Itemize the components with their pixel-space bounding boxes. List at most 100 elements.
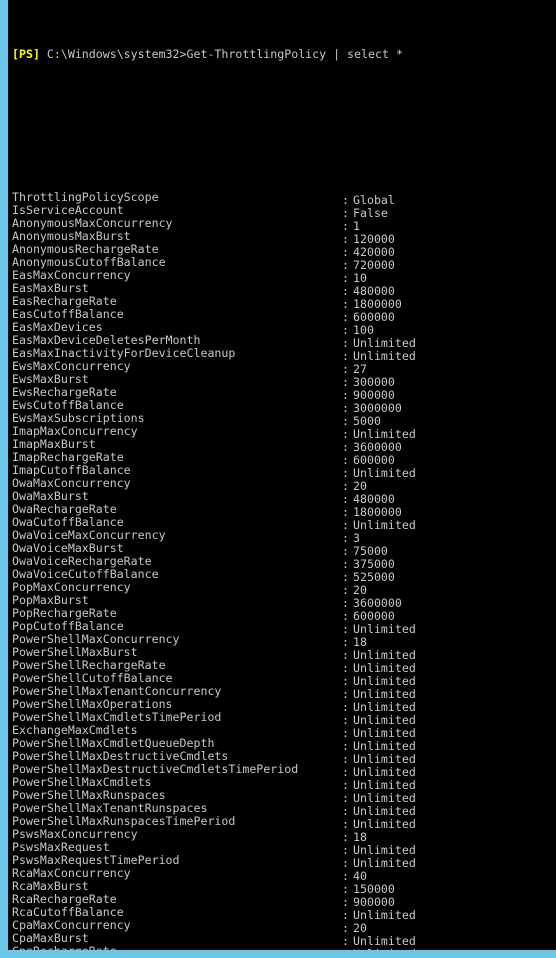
property-name: EasMaxBurst: [12, 282, 89, 295]
property-name: EasMaxInactivityForDeviceCleanup: [12, 347, 236, 360]
property-row: RcaRechargeRate:900000: [12, 893, 556, 909]
property-row: PopMaxBurst:3600000: [12, 594, 556, 610]
property-row: PowerShellRechargeRate: Unlimited: [12, 659, 556, 675]
property-row: ImapRechargeRate:600000: [12, 451, 556, 467]
property-row: OwaMaxConcurrency:20: [12, 477, 556, 493]
property-name: PowerShellMaxBurst: [12, 646, 138, 659]
property-name: PowerShellMaxCmdlets: [12, 776, 152, 789]
property-separator: :: [342, 947, 349, 958]
property-name: RcaRechargeRate: [12, 893, 117, 906]
property-row: OwaVoiceRechargeRate:375000: [12, 555, 556, 571]
property-row: ImapMaxBurst:3600000: [12, 438, 556, 454]
property-value: Unlimited: [353, 518, 416, 532]
property-row: PswsMaxRequest: Unlimited: [12, 841, 556, 857]
prompt-path: C:\Windows\system32>: [39, 47, 187, 61]
property-name: PowerShellMaxTenantRunspaces: [12, 802, 208, 815]
property-row: PowerShellMaxCmdletQueueDepth: Unlimited: [12, 737, 556, 753]
property-name: ImapMaxBurst: [12, 438, 96, 451]
property-row: ExchangeMaxCmdlets: Unlimited: [12, 724, 556, 740]
property-name: PowerShellRechargeRate: [12, 659, 166, 672]
property-name: EwsMaxSubscriptions: [12, 412, 145, 425]
property-row: PswsMaxConcurrency:18: [12, 828, 556, 844]
property-row: PswsMaxRequestTimePeriod: Unlimited: [12, 854, 556, 870]
property-name: EasRechargeRate: [12, 295, 117, 308]
property-row: OwaCutoffBalance: Unlimited: [12, 516, 556, 532]
property-name: CpaMaxBurst: [12, 932, 89, 945]
property-name: AnonymousRechargeRate: [12, 243, 159, 256]
property-name: RcaMaxConcurrency: [12, 867, 131, 880]
property-row: EwsRechargeRate:900000: [12, 386, 556, 402]
property-name: EasMaxDeviceDeletesPerMonth: [12, 334, 201, 347]
property-row: ImapCutoffBalance: Unlimited: [12, 464, 556, 480]
property-row: PowerShellMaxRunspacesTimePeriod: Unlimit…: [12, 815, 556, 831]
property-row: EasMaxBurst:480000: [12, 282, 556, 298]
property-name: EwsRechargeRate: [12, 386, 117, 399]
property-name: PowerShellMaxOperations: [12, 698, 173, 711]
property-name: OwaMaxBurst: [12, 490, 89, 503]
powershell-console-window[interactable]: [PS] C:\Windows\system32>Get-ThrottlingP…: [0, 0, 556, 958]
property-row: PowerShellMaxTenantConcurrency: Unlimited: [12, 685, 556, 701]
property-row: EwsMaxBurst:300000: [12, 373, 556, 389]
property-name: OwaCutoffBalance: [12, 516, 124, 529]
property-name: RcaCutoffBalance: [12, 906, 124, 919]
property-row: PopMaxConcurrency:20: [12, 581, 556, 597]
property-name: PopRechargeRate: [12, 607, 117, 620]
property-name: OwaRechargeRate: [12, 503, 117, 516]
property-row: EasMaxConcurrency:10: [12, 269, 556, 285]
property-row: RcaCutoffBalance: Unlimited: [12, 906, 556, 922]
property-row: PowerShellMaxDestructiveCmdletsTimePerio…: [12, 763, 556, 779]
property-row: PowerShellMaxDestructiveCmdlets: Unlimite…: [12, 750, 556, 766]
console-output-area[interactable]: [PS] C:\Windows\system32>Get-ThrottlingP…: [8, 0, 556, 951]
property-row: ThrottlingPolicyScope: Global: [12, 191, 556, 207]
property-row: EasRechargeRate:1800000: [12, 295, 556, 311]
property-row: IsServiceAccount: False: [12, 204, 556, 220]
property-row: PowerShellMaxOperations: Unlimited: [12, 698, 556, 714]
property-name: ImapMaxConcurrency: [12, 425, 138, 438]
property-name: EwsMaxBurst: [12, 373, 89, 386]
command-prompt-line: [PS] C:\Windows\system32>Get-ThrottlingP…: [12, 48, 556, 61]
property-name: PowerShellMaxDestructiveCmdlets: [12, 750, 229, 763]
property-row: OwaVoiceCutoffBalance:525000: [12, 568, 556, 584]
property-name: EwsCutoffBalance: [12, 399, 124, 412]
property-row: RcaMaxBurst:150000: [12, 880, 556, 896]
property-row: CpaMaxBurst: Unlimited: [12, 932, 556, 948]
property-name: OwaMaxConcurrency: [12, 477, 131, 490]
property-row: PowerShellMaxCmdlets: Unlimited: [12, 776, 556, 792]
property-name: OwaVoiceMaxConcurrency: [12, 529, 166, 542]
property-row: OwaRechargeRate:1800000: [12, 503, 556, 519]
property-row: OwaVoiceMaxBurst:75000: [12, 542, 556, 558]
property-name: PswsMaxRequest: [12, 841, 110, 854]
property-row: AnonymousMaxBurst:120000: [12, 230, 556, 246]
property-row: EwsCutoffBalance:3000000: [12, 399, 556, 415]
property-name: PswsMaxConcurrency: [12, 828, 138, 841]
prompt-command: Get-ThrottlingPolicy | select *: [186, 47, 403, 61]
property-name: PowerShellMaxDestructiveCmdletsTimePerio…: [12, 763, 299, 776]
property-name: PswsMaxRequestTimePeriod: [12, 854, 180, 867]
property-name: ImapCutoffBalance: [12, 464, 131, 477]
property-row: AnonymousRechargeRate:420000: [12, 243, 556, 259]
property-name: PowerShellMaxCmdletsTimePeriod: [12, 711, 222, 724]
property-row: AnonymousCutoffBalance:720000: [12, 256, 556, 272]
property-row: EasMaxDevices:100: [12, 321, 556, 337]
property-name: PopCutoffBalance: [12, 620, 124, 633]
property-row: RcaMaxConcurrency:40: [12, 867, 556, 883]
property-row: CpaRechargeRate: Unlimited: [12, 945, 556, 958]
throttling-policy-property-list: ThrottlingPolicyScope: Global IsServiceAcc…: [12, 191, 556, 958]
property-row: AnonymousMaxConcurrency:1: [12, 217, 556, 233]
property-row: PopRechargeRate:600000: [12, 607, 556, 623]
property-row: EasMaxInactivityForDeviceCleanup: Unlimit…: [12, 347, 556, 363]
property-name: PowerShellMaxRunspaces: [12, 789, 166, 802]
property-name: EasMaxDevices: [12, 321, 103, 334]
property-row: OwaVoiceMaxConcurrency:3: [12, 529, 556, 545]
property-name: PowerShellMaxRunspacesTimePeriod: [12, 815, 236, 828]
property-name: EwsMaxConcurrency: [12, 360, 131, 373]
property-name: RcaMaxBurst: [12, 880, 89, 893]
property-value: Unlimited: [353, 947, 416, 958]
property-name: PowerShellMaxConcurrency: [12, 633, 180, 646]
property-row: PowerShellMaxBurst: Unlimited: [12, 646, 556, 662]
property-name: EasCutoffBalance: [12, 308, 124, 321]
property-row: EwsMaxSubscriptions:5000: [12, 412, 556, 428]
property-row: PowerShellMaxConcurrency:18: [12, 633, 556, 649]
property-name: CpaMaxConcurrency: [12, 919, 131, 932]
